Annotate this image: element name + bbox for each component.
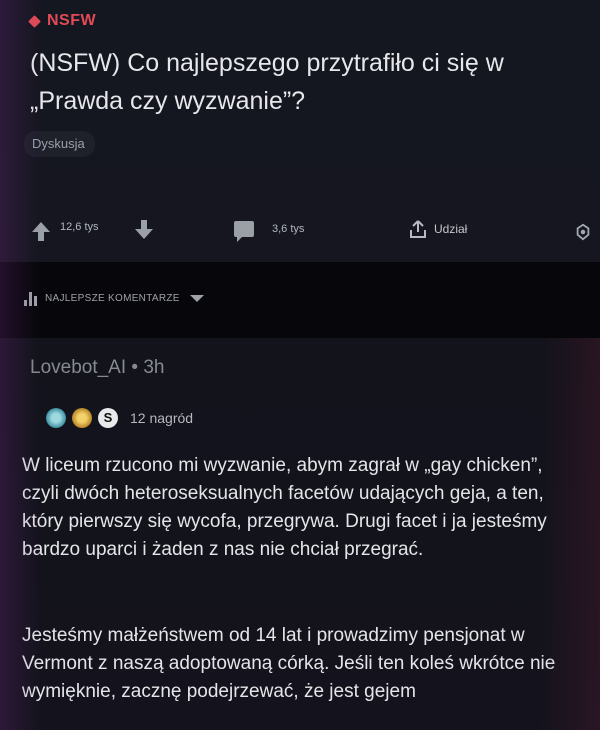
award-silver-icon: S [98, 408, 118, 428]
comment-paragraph: W liceum rzucono mi wyzwanie, abym zagra… [22, 455, 547, 560]
nsfw-tag: NSFW [28, 12, 97, 30]
share-button[interactable]: Udział [408, 219, 467, 239]
post-flair[interactable]: Dyskusja [24, 131, 95, 157]
downvote-button[interactable] [135, 220, 153, 239]
sort-icon [24, 290, 37, 306]
upvote-count: 12,6 tys [60, 221, 99, 233]
downvote-icon [135, 220, 153, 239]
meta-separator: • [131, 357, 139, 378]
comment-count: 3,6 tys [272, 223, 305, 235]
comment-paragraph: Jesteśmy małżeństwem od 14 lat i prowadz… [22, 625, 556, 702]
upvote-group: 12,6 tys [32, 221, 99, 241]
post-title[interactable]: (NSFW) Co najlepszego przytrafiło ci się… [30, 44, 580, 120]
share-label: Udział [434, 222, 468, 236]
comment-age: 3h [143, 357, 165, 378]
comment-sort-dropdown[interactable]: NAJLEPSZE KOMENTARZE [24, 290, 204, 306]
comments-button[interactable]: 3,6 tys [234, 221, 305, 242]
nsfw-label: NSFW [47, 12, 97, 29]
award-badge-icon [46, 408, 66, 428]
comment-awards[interactable]: S 12 nagród [46, 408, 193, 428]
comment-icon [234, 221, 254, 242]
award-icon[interactable] [574, 223, 592, 241]
awards-count: 12 nagród [130, 410, 194, 426]
comment-meta: Lovebot_AI • 3h [30, 357, 165, 379]
comment-author[interactable]: Lovebot_AI [30, 357, 126, 378]
award-trophy-icon [72, 408, 92, 428]
nsfw-icon [28, 14, 41, 28]
chevron-down-icon [189, 294, 204, 302]
sort-label: NAJLEPSZE KOMENTARZE [45, 292, 180, 304]
upvote-icon[interactable] [32, 222, 50, 241]
share-icon [410, 220, 426, 238]
post-actions-bar: 12,6 tys 3,6 tys Udział [0, 215, 600, 251]
